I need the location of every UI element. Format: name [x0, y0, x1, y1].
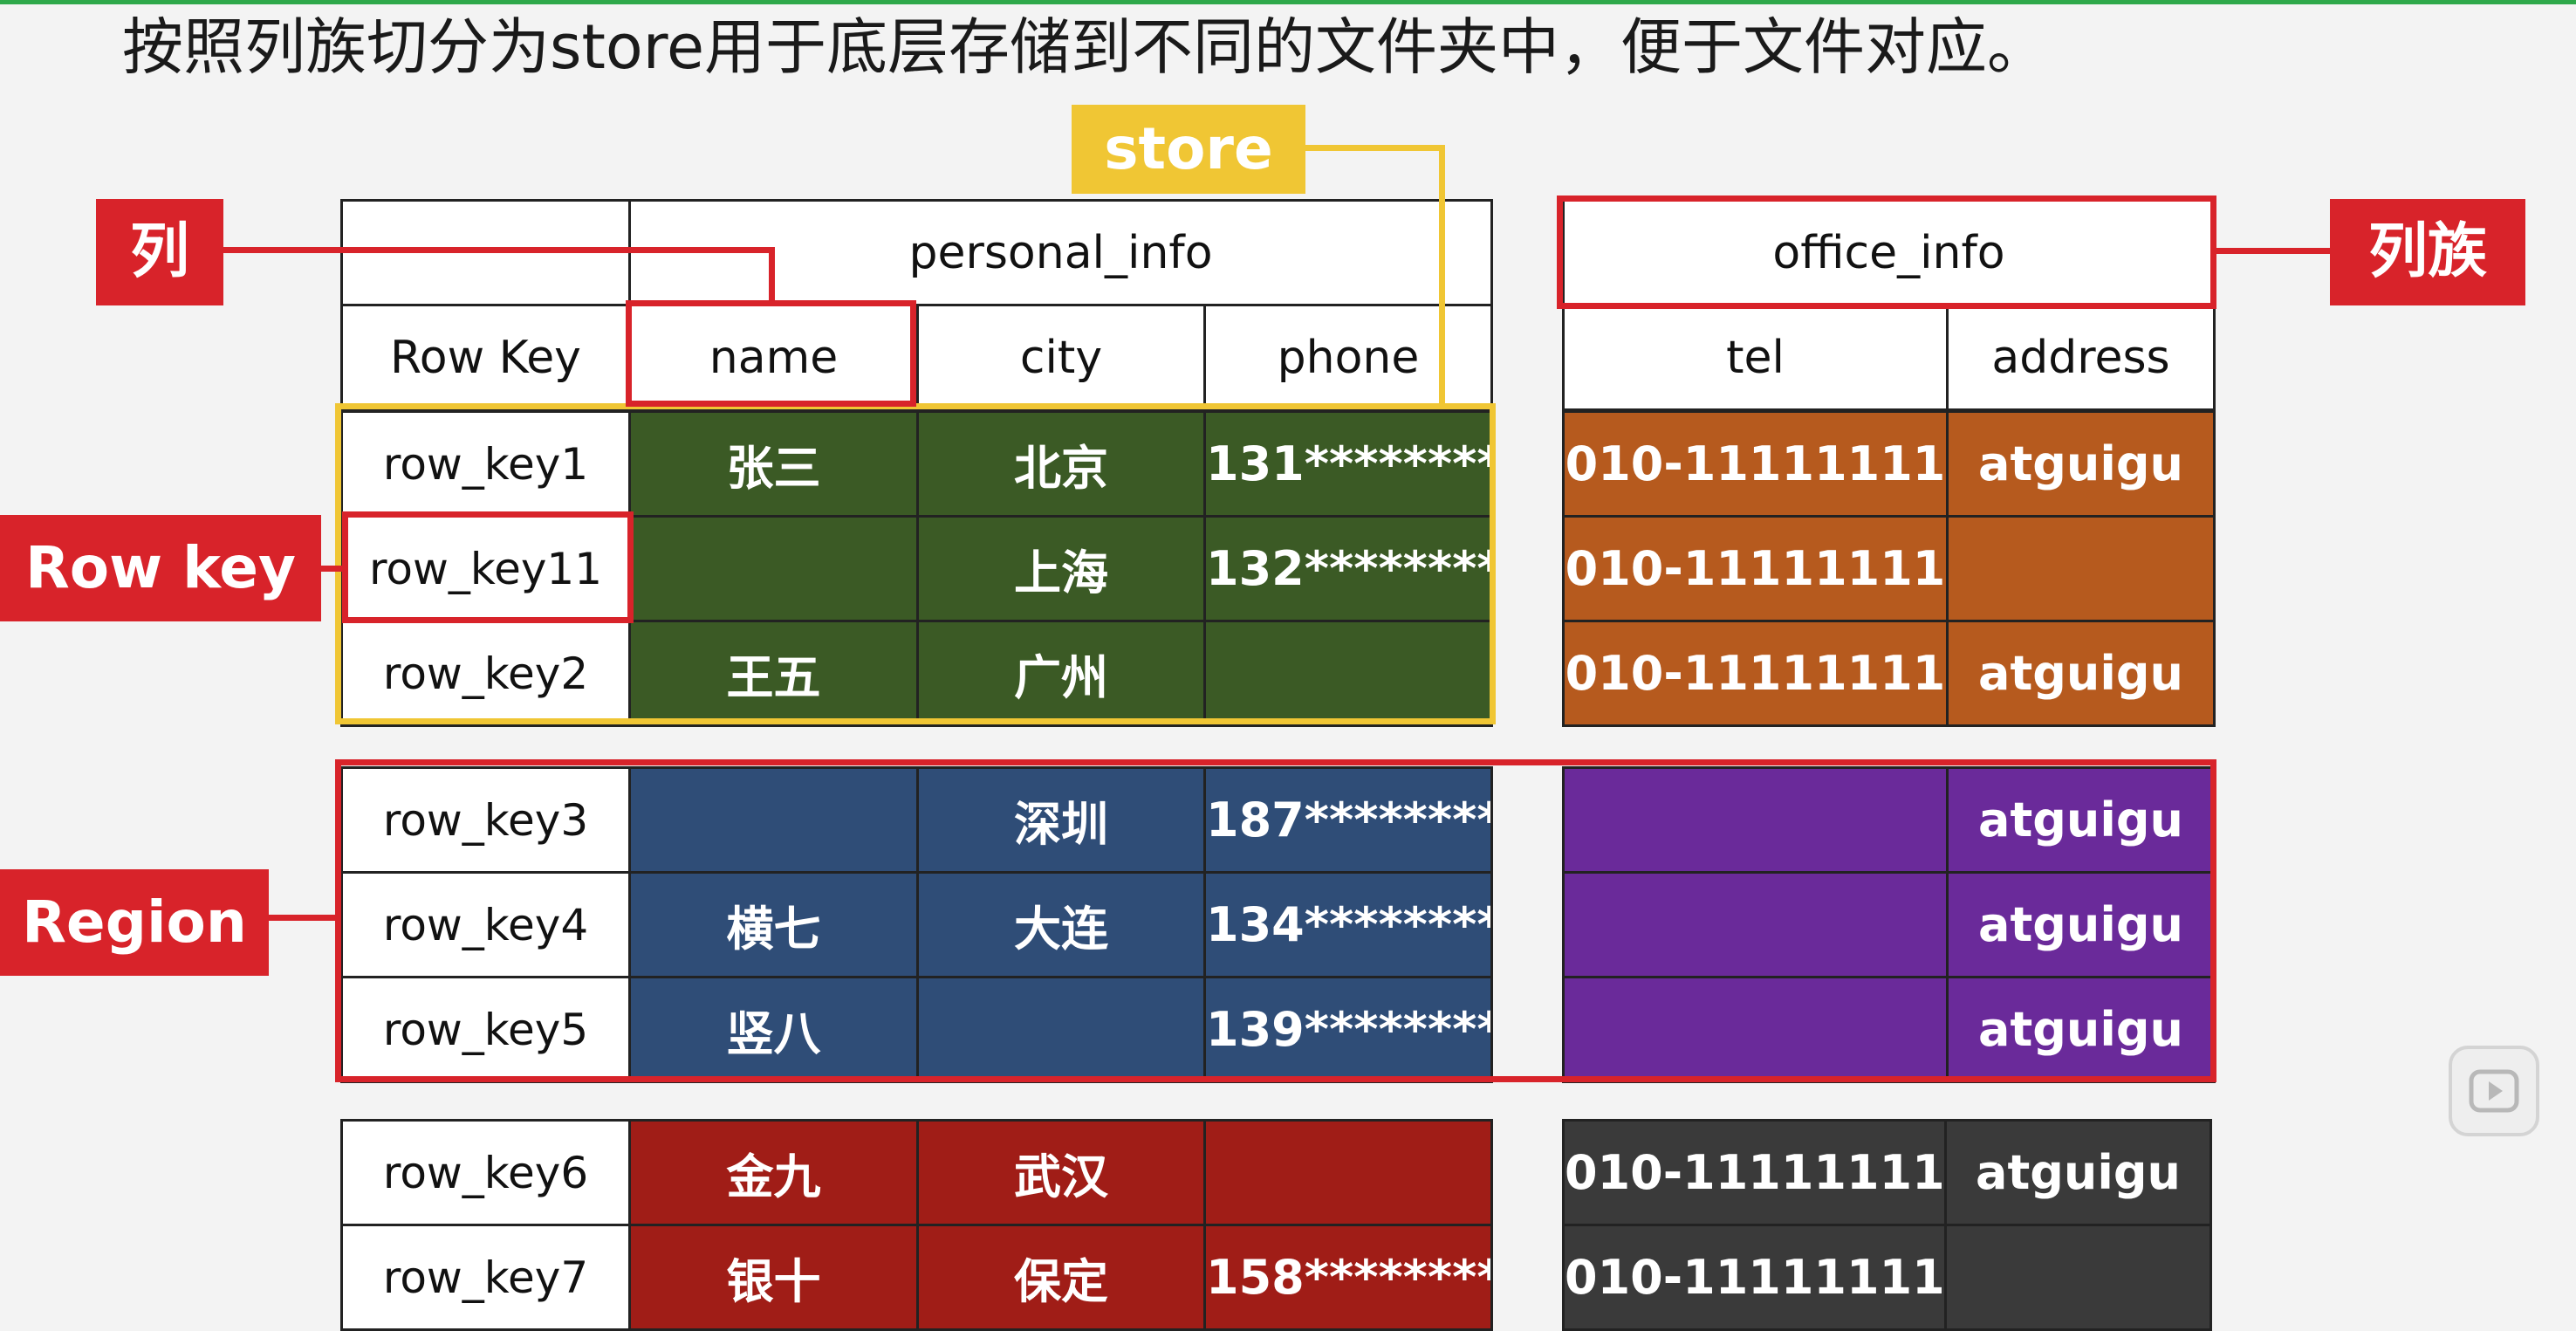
table-row: 010-11111111 atguigu — [1562, 410, 2216, 518]
phone-cell: 132******** — [1203, 515, 1493, 622]
name-cell: 金九 — [628, 1119, 919, 1226]
row-key-cell: row_key11 — [340, 515, 631, 622]
left-group-1: row_key1 张三 北京 131******** row_key11 上海 … — [340, 410, 1493, 727]
table-row: row_key4 横七 大连 134******** — [340, 871, 1493, 978]
column-family-connector — [2215, 248, 2332, 254]
city-cell: 北京 — [916, 410, 1206, 518]
address-cell: atguigu — [1944, 1119, 2212, 1226]
row-key-cell: row_key2 — [340, 620, 631, 727]
city-cell: 大连 — [916, 871, 1206, 978]
play-button[interactable] — [2449, 1046, 2539, 1136]
row-key-cell: row_key3 — [340, 766, 631, 874]
city-cell — [916, 976, 1206, 1083]
table-row: 010-11111111 — [1562, 515, 2216, 622]
row-key-cell: row_key6 — [340, 1119, 631, 1226]
table-row: row_key5 竖八 139******** — [340, 976, 1493, 1083]
tel-cell: 010-11111111 — [1562, 410, 1949, 518]
table-row: atguigu — [1562, 766, 2216, 874]
phone-cell: 187******** — [1203, 766, 1493, 874]
region-label: Region — [0, 869, 269, 976]
region-connector — [269, 915, 337, 921]
table-row: atguigu — [1562, 976, 2216, 1083]
column-header-address: address — [1945, 304, 2216, 411]
left-group-2: row_key3 深圳 187******** row_key4 横七 大连 1… — [340, 766, 1493, 1083]
city-cell: 深圳 — [916, 766, 1206, 874]
phone-cell: 158******** — [1203, 1224, 1493, 1331]
right-group-2: atguigu atguigu atguigu — [1562, 766, 2216, 1083]
right-group-3: 010-11111111 atguigu 010-11111111 — [1562, 1119, 2212, 1331]
table-row: 010-11111111 atguigu — [1562, 620, 2216, 727]
tel-cell — [1562, 976, 1949, 1083]
address-cell: atguigu — [1946, 871, 2216, 978]
address-cell: atguigu — [1946, 410, 2216, 518]
tel-cell — [1562, 871, 1949, 978]
column-connector-v — [769, 247, 775, 303]
name-cell: 王五 — [628, 620, 919, 727]
row-key-header: Row Key — [340, 304, 631, 411]
table-row: 010-11111111 atguigu — [1562, 1119, 2212, 1226]
address-cell: atguigu — [1946, 620, 2216, 727]
table-row: row_key3 深圳 187******** — [340, 766, 1493, 874]
address-cell: atguigu — [1946, 976, 2216, 1083]
row-key-cell: row_key4 — [340, 871, 631, 978]
table-row: atguigu — [1562, 871, 2216, 978]
column-header-name: name — [628, 304, 919, 411]
name-cell: 张三 — [628, 410, 919, 518]
name-cell — [628, 515, 919, 622]
column-connector-h — [223, 247, 775, 253]
name-cell: 横七 — [628, 871, 919, 978]
column-label: 列 — [96, 199, 223, 305]
phone-cell: 134******** — [1203, 871, 1493, 978]
name-cell: 银十 — [628, 1224, 919, 1331]
tel-cell: 010-11111111 — [1562, 1224, 1947, 1331]
phone-cell — [1203, 620, 1493, 727]
personal-info-header: personal_info Row Key name city phone — [340, 199, 1493, 411]
row-key-cell: row_key1 — [340, 410, 631, 518]
row-key-connector — [321, 566, 344, 572]
table-row: row_key1 张三 北京 131******** — [340, 410, 1493, 518]
city-cell: 广州 — [916, 620, 1206, 727]
phone-cell: 131******** — [1203, 410, 1493, 518]
column-header-phone: phone — [1203, 304, 1493, 411]
tel-cell — [1562, 766, 1949, 874]
table-row: row_key7 银十 保定 158******** — [340, 1224, 1493, 1331]
city-cell: 武汉 — [916, 1119, 1206, 1226]
right-group-1: 010-11111111 atguigu 010-11111111 010-11… — [1562, 410, 2216, 727]
row-key-cell: row_key5 — [340, 976, 631, 1083]
row-key-label: Row key — [0, 515, 321, 621]
phone-cell — [1203, 1119, 1493, 1226]
address-cell — [1944, 1224, 2212, 1331]
city-cell: 上海 — [916, 515, 1206, 622]
play-icon — [2469, 1069, 2519, 1113]
address-cell — [1946, 515, 2216, 622]
name-cell — [628, 766, 919, 874]
column-family-label: 列族 — [2330, 199, 2525, 305]
table-row: row_key2 王五 广州 — [340, 620, 1493, 727]
tel-cell: 010-11111111 — [1562, 1119, 1947, 1226]
tel-cell: 010-11111111 — [1562, 620, 1949, 727]
city-cell: 保定 — [916, 1224, 1206, 1331]
row-key-cell: row_key7 — [340, 1224, 631, 1331]
table-row: 010-11111111 — [1562, 1224, 2212, 1331]
phone-cell: 139******** — [1203, 976, 1493, 1083]
store-connector-h — [1305, 145, 1445, 151]
address-cell: atguigu — [1946, 766, 2216, 874]
table-row: row_key6 金九 武汉 — [340, 1119, 1493, 1226]
store-connector-v — [1439, 145, 1445, 405]
store-label: store — [1072, 105, 1305, 194]
column-header-tel: tel — [1562, 304, 1949, 411]
table-row: row_key11 上海 132******** — [340, 515, 1493, 622]
tel-cell: 010-11111111 — [1562, 515, 1949, 622]
page-title: 按照列族切分为store用于底层存储到不同的文件夹中，便于文件对应。 — [122, 11, 2049, 83]
column-family-office-info: office_info — [1561, 199, 2216, 306]
office-info-header: office_info tel address — [1561, 199, 2216, 411]
column-header-city: city — [916, 304, 1206, 411]
left-group-3: row_key6 金九 武汉 row_key7 银十 保定 158*******… — [340, 1119, 1493, 1331]
name-cell: 竖八 — [628, 976, 919, 1083]
